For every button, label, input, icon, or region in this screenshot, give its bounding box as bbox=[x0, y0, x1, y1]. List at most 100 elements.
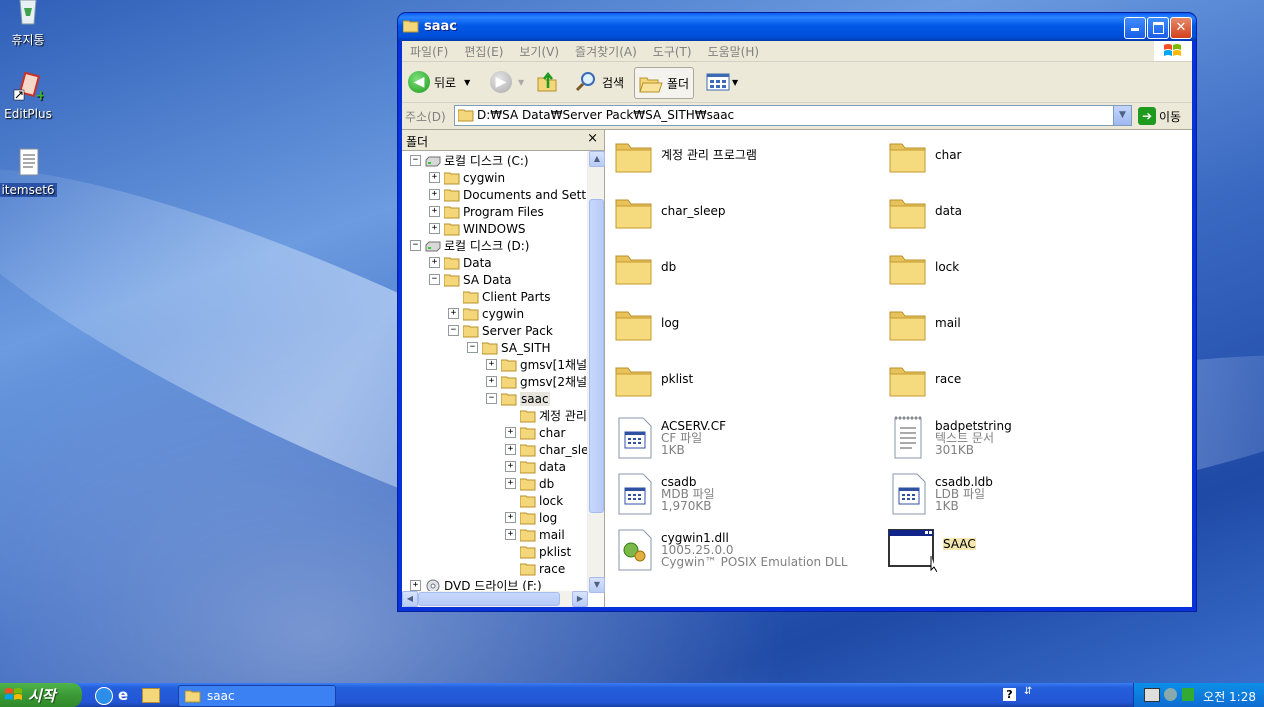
tree-item[interactable]: lock bbox=[505, 492, 563, 509]
expand-icon[interactable]: + bbox=[448, 308, 459, 319]
folder-item[interactable]: 계정 관리 프로그램 bbox=[613, 134, 757, 180]
scroll-thumb[interactable] bbox=[589, 199, 604, 513]
folder-item[interactable]: lock bbox=[887, 246, 959, 292]
clock[interactable]: 오전 1:28 bbox=[1203, 688, 1256, 705]
tree-item[interactable]: − 로컬 디스크 (D:) bbox=[410, 237, 529, 254]
taskbar-button-saac[interactable]: saac bbox=[178, 685, 336, 707]
file-item[interactable]: csadb MDB 파일 1,970KB bbox=[613, 470, 715, 516]
tree-item[interactable]: + log bbox=[505, 509, 557, 526]
expand-icon[interactable]: + bbox=[505, 461, 516, 472]
tree-item[interactable]: + Data bbox=[429, 254, 492, 271]
tree-item[interactable]: − Server Pack bbox=[448, 322, 553, 339]
help-icon[interactable]: ? bbox=[1003, 688, 1016, 701]
minimize-button[interactable] bbox=[1124, 17, 1146, 39]
file-item[interactable]: csadb.ldb LDB 파일 1KB bbox=[887, 470, 993, 516]
desktop-icon-recycle-bin[interactable]: 휴지통 bbox=[0, 0, 63, 48]
folder-item[interactable]: race bbox=[887, 358, 961, 404]
maximize-button[interactable] bbox=[1147, 17, 1169, 39]
expand-icon[interactable]: + bbox=[505, 529, 516, 540]
folder-item[interactable]: pklist bbox=[613, 358, 693, 404]
forward-button[interactable]: ▶ ▼ bbox=[490, 67, 524, 97]
folder-item[interactable]: db bbox=[613, 246, 676, 292]
expand-icon[interactable]: + bbox=[505, 444, 516, 455]
tray-volume-icon[interactable] bbox=[1164, 688, 1177, 701]
collapse-icon[interactable]: − bbox=[410, 155, 421, 166]
expand-icon[interactable]: + bbox=[410, 580, 421, 591]
expand-icon[interactable]: + bbox=[429, 172, 440, 183]
tree-item[interactable]: + Documents and Settings bbox=[429, 186, 588, 203]
file-item[interactable]: badpetstring 텍스트 문서 301KB bbox=[887, 414, 1012, 460]
tree-item[interactable]: race bbox=[505, 560, 565, 577]
collapse-icon[interactable]: − bbox=[448, 325, 459, 336]
collapse-icon[interactable]: − bbox=[467, 342, 478, 353]
scroll-thumb[interactable] bbox=[418, 592, 560, 606]
scroll-up-button[interactable]: ▲ bbox=[589, 151, 605, 167]
expand-icon[interactable]: + bbox=[429, 223, 440, 234]
file-item[interactable]: ACSERV.CF CF 파일 1KB bbox=[613, 414, 726, 460]
menu-help[interactable]: 도움말(H) bbox=[700, 41, 768, 60]
tree-vertical-scrollbar[interactable]: ▲ ▼ bbox=[587, 151, 605, 593]
tree-item[interactable]: + cygwin bbox=[448, 305, 524, 322]
network-icon[interactable]: ⇵ bbox=[1024, 686, 1032, 697]
tree-item[interactable]: + cygwin bbox=[429, 169, 505, 186]
menu-edit[interactable]: 편집(E) bbox=[456, 41, 511, 60]
tree-item[interactable]: + Program Files bbox=[429, 203, 544, 220]
tree-item[interactable]: + data bbox=[505, 458, 566, 475]
tree-item[interactable]: Client Parts bbox=[448, 288, 551, 305]
desktop-icon-itemset6[interactable]: itemset6 bbox=[0, 146, 63, 197]
menu-tools[interactable]: 도구(T) bbox=[645, 41, 700, 60]
expand-icon[interactable]: + bbox=[505, 478, 516, 489]
expand-icon[interactable]: + bbox=[486, 376, 497, 387]
up-folder-button[interactable] bbox=[536, 67, 560, 97]
collapse-icon[interactable]: − bbox=[429, 274, 440, 285]
tree-item[interactable]: + gmsv[1채널] bbox=[486, 356, 588, 373]
tree-item[interactable]: − SA Data bbox=[429, 271, 512, 288]
expand-icon[interactable]: + bbox=[505, 512, 516, 523]
tray-security-icon[interactable] bbox=[1182, 688, 1194, 701]
expand-icon[interactable]: + bbox=[429, 189, 440, 200]
close-pane-button[interactable]: × bbox=[587, 131, 598, 146]
tree-item[interactable]: − saac bbox=[486, 390, 550, 407]
tree-item[interactable]: − SA_SITH bbox=[467, 339, 551, 356]
scroll-down-button[interactable]: ▼ bbox=[589, 577, 605, 593]
tree-item[interactable]: + mail bbox=[505, 526, 565, 543]
title-bar[interactable]: saac ✕ bbox=[398, 13, 1196, 41]
desktop-icon-editplus[interactable]: + EditPlus bbox=[0, 70, 63, 121]
folder-item[interactable]: data bbox=[887, 190, 962, 236]
menu-view[interactable]: 보기(V) bbox=[511, 41, 567, 60]
back-dropdown-icon[interactable]: ▼ bbox=[464, 78, 470, 87]
views-button[interactable]: ▼ bbox=[706, 67, 738, 97]
expand-icon[interactable]: + bbox=[505, 427, 516, 438]
folder-item[interactable]: char_sleep bbox=[613, 190, 725, 236]
quicklaunch-desktop-icon[interactable] bbox=[95, 687, 113, 705]
tree-item[interactable]: 계정 관리 프로그램 bbox=[505, 407, 588, 424]
quicklaunch-folder-icon[interactable] bbox=[142, 688, 160, 703]
tree-item[interactable]: pklist bbox=[505, 543, 571, 560]
search-button[interactable]: 검색 bbox=[574, 67, 624, 97]
tree-item[interactable]: + gmsv[2채널] bbox=[486, 373, 588, 390]
address-input[interactable]: D:₩SA Data₩Server Pack₩SA_SITH₩saac ▼ bbox=[454, 105, 1132, 126]
file-item[interactable]: cygwin1.dll 1005.25.0.0 Cygwin™ POSIX Emul… bbox=[613, 526, 848, 572]
tree-item[interactable]: − 로컬 디스크 (C:) bbox=[410, 152, 529, 169]
quicklaunch-ie-icon[interactable]: e bbox=[118, 686, 128, 704]
file-item[interactable]: SAAC bbox=[887, 526, 976, 572]
folder-item[interactable]: log bbox=[613, 302, 679, 348]
collapse-icon[interactable]: − bbox=[486, 393, 497, 404]
address-dropdown-button[interactable]: ▼ bbox=[1113, 106, 1131, 125]
folder-item[interactable]: mail bbox=[887, 302, 961, 348]
tree-item[interactable]: + db bbox=[505, 475, 554, 492]
scroll-left-button[interactable]: ◀ bbox=[402, 591, 418, 607]
scroll-right-button[interactable]: ▶ bbox=[572, 591, 588, 607]
expand-icon[interactable]: + bbox=[429, 257, 440, 268]
tree-item[interactable]: + WINDOWS bbox=[429, 220, 526, 237]
menu-file[interactable]: 파일(F) bbox=[402, 41, 456, 60]
expand-icon[interactable]: + bbox=[486, 359, 497, 370]
collapse-icon[interactable]: − bbox=[410, 240, 421, 251]
tree-item[interactable]: + char_sleep bbox=[505, 441, 588, 458]
expand-icon[interactable]: + bbox=[429, 206, 440, 217]
tree-horizontal-scrollbar[interactable]: ◀ ▶ bbox=[402, 591, 588, 607]
folder-item[interactable]: char bbox=[887, 134, 962, 180]
folders-button[interactable]: 폴더 bbox=[634, 67, 695, 99]
tray-monitor-icon[interactable] bbox=[1144, 688, 1160, 702]
tree-item[interactable]: + char bbox=[505, 424, 566, 441]
